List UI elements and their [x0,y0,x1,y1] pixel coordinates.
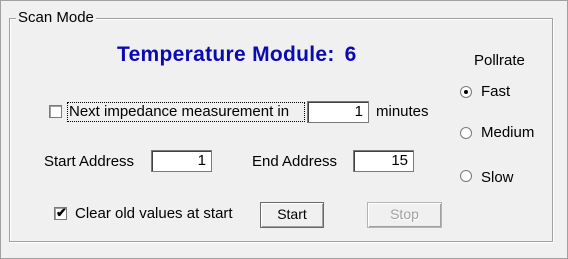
module-title-label: Temperature Module: [117,43,335,66]
module-number: 6 [344,43,357,66]
scan-mode-group-title: Scan Mode [16,9,96,27]
start-button[interactable]: Start [260,202,324,228]
pollrate-slow-label[interactable]: Slow [481,169,514,187]
impedance-checkbox[interactable] [49,105,62,118]
stop-button[interactable]: Stop [367,202,442,228]
clear-values-label[interactable]: Clear old values at start [75,205,233,223]
pollrate-fast-label[interactable]: Fast [481,83,510,101]
radio-selected-dot [464,90,468,94]
checkmark-icon: ✔ [56,205,67,220]
pollrate-medium-radio[interactable] [460,127,472,139]
impedance-label[interactable]: Next impedance measurement in [69,103,289,121]
end-address-input[interactable]: 15 [353,150,414,172]
clear-values-checkbox[interactable]: ✔ [54,205,67,220]
pollrate-medium-label[interactable]: Medium [481,124,534,142]
pollrate-slow-radio[interactable] [460,170,472,182]
start-address-label: Start Address [44,153,135,170]
temperature-module-title: Temperature Module: 6 [117,43,357,67]
pollrate-fast-radio[interactable] [460,86,472,98]
start-address-input[interactable]: 1 [151,150,212,172]
pollrate-title: Pollrate [474,52,525,69]
impedance-minutes-input[interactable]: 1 [307,101,369,123]
minutes-unit-label: minutes [376,103,429,120]
end-address-label: End Address [252,153,338,170]
